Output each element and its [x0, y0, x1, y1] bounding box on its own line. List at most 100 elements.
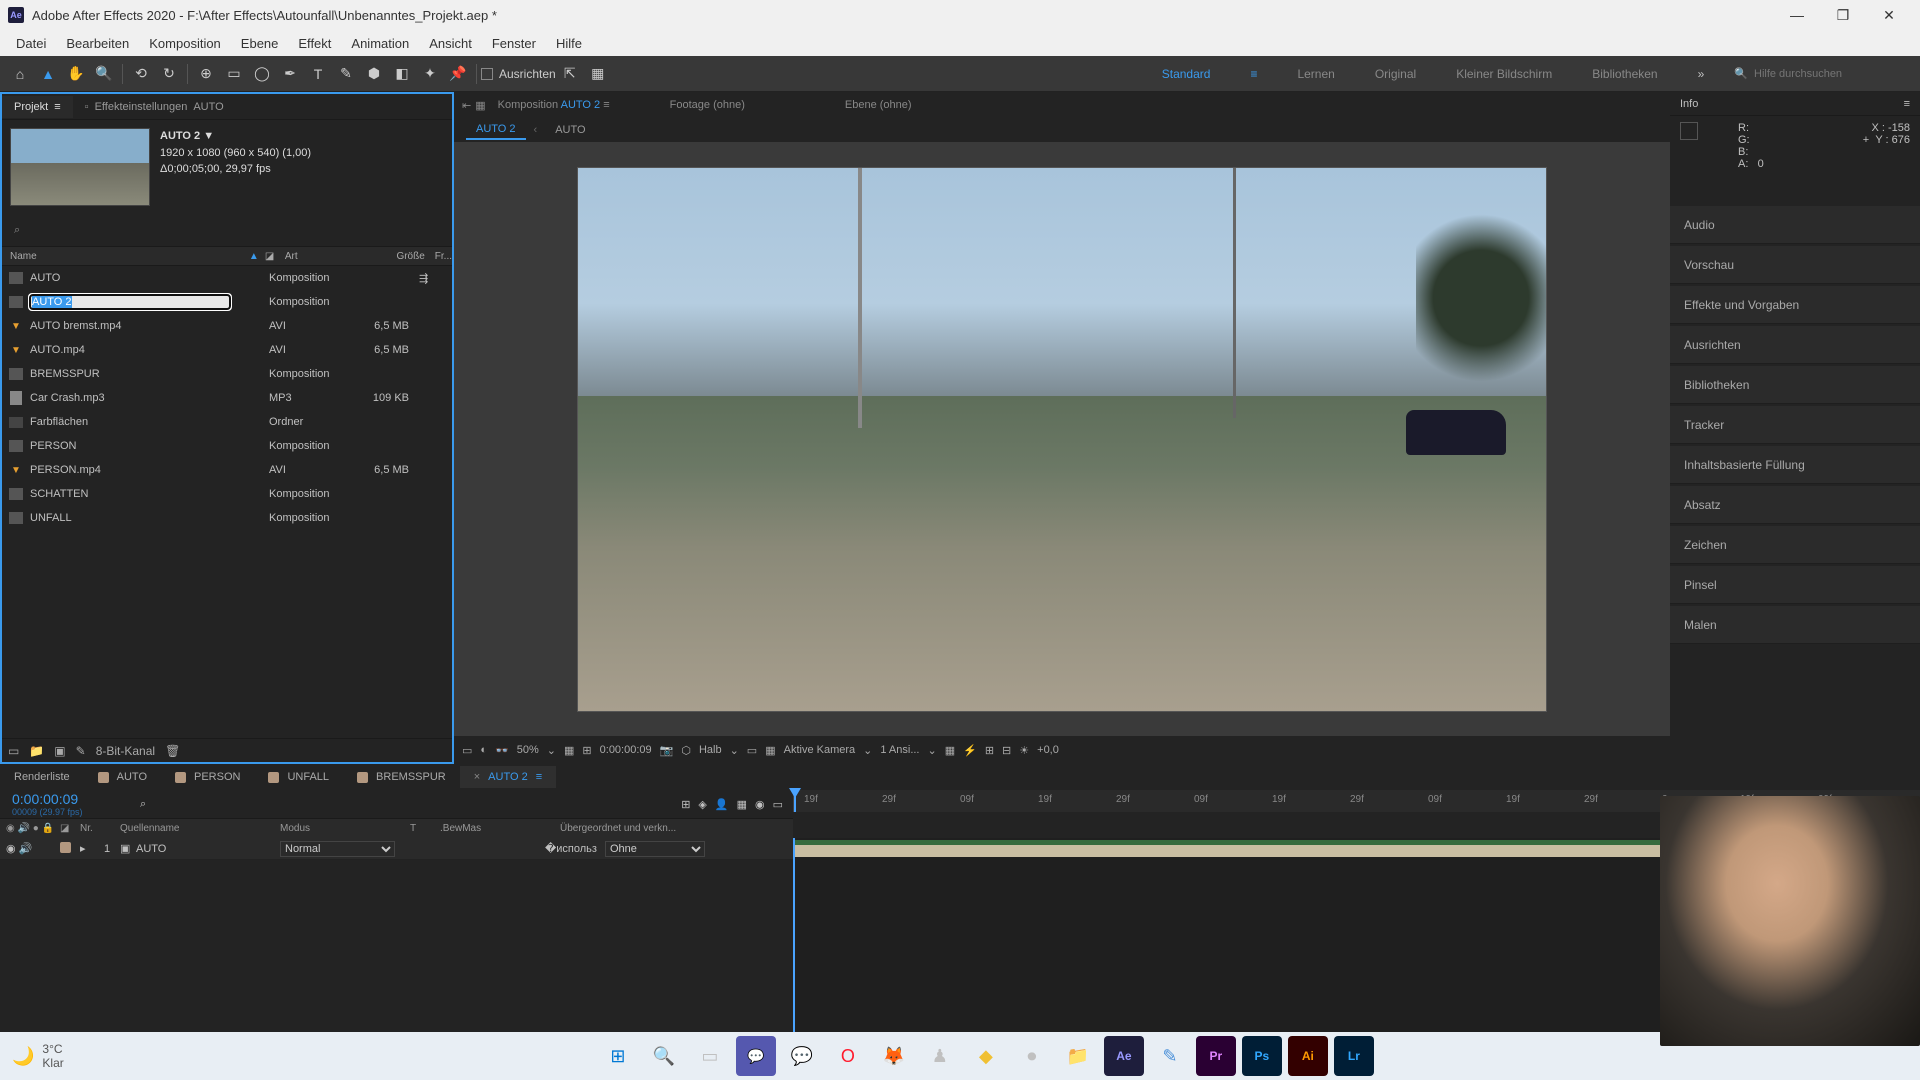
flow-icon[interactable]: ⇤ [462, 99, 471, 112]
subtab-auto2[interactable]: AUTO 2 [466, 120, 526, 140]
side-panel-item[interactable]: Pinsel [1670, 566, 1920, 604]
timeline-tab[interactable]: BREMSSPUR [343, 766, 460, 788]
panel-menu-icon[interactable]: ≡ [54, 101, 60, 113]
app-editor[interactable]: ✎ [1150, 1036, 1190, 1076]
menu-hilfe[interactable]: Hilfe [546, 32, 592, 55]
aftereffects-app[interactable]: Ae [1104, 1036, 1144, 1076]
text-tool[interactable]: T [306, 62, 330, 86]
maximize-button[interactable]: ❐ [1820, 0, 1866, 30]
views-dropdown[interactable]: 1 Ansi... [880, 744, 919, 756]
glasses-icon[interactable]: 👓 [495, 744, 509, 757]
frame-blend-button[interactable]: ▦ [737, 798, 747, 811]
ellipse-tool[interactable]: ◯ [250, 62, 274, 86]
project-row[interactable]: Car Crash.mp3 MP3 109 KB [2, 386, 452, 410]
orbit-tool[interactable]: ⟲ [129, 62, 153, 86]
photoshop-app[interactable]: Ps [1242, 1036, 1282, 1076]
workspace-standard[interactable]: Standard [1162, 67, 1211, 81]
menu-komposition[interactable]: Komposition [139, 32, 231, 55]
timeline-tab[interactable]: PERSON [161, 766, 254, 788]
side-panel-item[interactable]: Bibliotheken [1670, 366, 1920, 404]
current-time[interactable]: 0:00:00:09 [600, 744, 652, 756]
project-row[interactable]: ▼PERSON.mp4 AVI 6,5 MB [2, 458, 452, 482]
timeline-tab[interactable]: UNFALL [254, 766, 343, 788]
sort-icon[interactable]: ▲ [249, 251, 259, 262]
zoom-tool[interactable]: 🔍 [92, 62, 116, 86]
workspace-overflow-icon[interactable]: » [1698, 67, 1705, 81]
close-tab-icon[interactable]: ▫ [85, 101, 89, 113]
whatsapp-app[interactable]: 💬 [782, 1036, 822, 1076]
weather-widget[interactable]: 🌙 3°C Klar [12, 1042, 64, 1070]
project-row[interactable]: SCHATTEN Komposition [2, 482, 452, 506]
timeline-tab[interactable]: AUTO [84, 766, 161, 788]
timeline-timecode[interactable]: 0:00:00:09 00009 (29.97 fps) [0, 791, 130, 817]
draft3d-button[interactable]: ◈ [698, 798, 706, 811]
zoom-level[interactable]: 50% [517, 744, 539, 756]
tab-effekteinstellungen[interactable]: ▫ Effekteinstellungen AUTO [73, 96, 236, 118]
zoom-dropdown-icon[interactable]: ⌄ [547, 744, 556, 757]
interpret-footage-button[interactable]: ▭ [8, 744, 19, 758]
timeline-layer-row[interactable]: ◉ 🔊 ▸ 1 ▣ AUTO Normal �использ Ohne [0, 838, 793, 860]
stamp-tool[interactable]: ⬢ [362, 62, 386, 86]
puppet-tool[interactable]: 📌 [446, 62, 470, 86]
side-panel-item[interactable]: Vorschau [1670, 246, 1920, 284]
pixel-aspect-button[interactable]: ▦ [945, 744, 955, 757]
anchor-tool[interactable]: ⊕ [194, 62, 218, 86]
workspace-lernen[interactable]: Lernen [1297, 67, 1334, 81]
comp-mini-flowchart-button[interactable]: ⊞ [681, 798, 690, 811]
composition-thumbnail[interactable] [10, 128, 150, 206]
new-comp-button[interactable]: ▣ [54, 744, 65, 758]
obs-app[interactable]: ⏺ [1012, 1036, 1052, 1076]
hand-tool[interactable]: ✋ [64, 62, 88, 86]
tab-komposition[interactable]: Komposition AUTO 2 ≡ [490, 95, 618, 115]
timeline-tab[interactable]: Renderliste [0, 766, 84, 788]
roi-button[interactable]: ▭ [747, 744, 757, 757]
side-panel-item[interactable]: Audio [1670, 206, 1920, 244]
adjust-button[interactable]: ✎ [76, 744, 86, 758]
trash-button[interactable]: 🗑 [165, 744, 180, 758]
close-button[interactable]: ✕ [1866, 0, 1912, 30]
project-row[interactable]: BREMSSPUR Komposition [2, 362, 452, 386]
tab-ebene[interactable]: Ebene (ohne) [837, 95, 920, 115]
firefox-app[interactable]: 🦊 [874, 1036, 914, 1076]
snap2-tool[interactable]: ▦ [586, 62, 610, 86]
tab-footage[interactable]: Footage (ohne) [662, 95, 753, 115]
brush-tool[interactable]: ✎ [334, 62, 358, 86]
timeline-tab[interactable]: × AUTO 2 ≡ [460, 766, 556, 788]
project-row[interactable]: PERSON Komposition [2, 434, 452, 458]
exposure-value[interactable]: +0,0 [1037, 744, 1059, 756]
menu-ebene[interactable]: Ebene [231, 32, 289, 55]
composition-viewer[interactable] [454, 142, 1670, 736]
lightroom-app[interactable]: Lr [1334, 1036, 1374, 1076]
home-tool[interactable]: ⌂ [8, 62, 32, 86]
side-panel-item[interactable]: Absatz [1670, 486, 1920, 524]
menu-fenster[interactable]: Fenster [482, 32, 546, 55]
subtab-auto[interactable]: AUTO [545, 121, 595, 139]
playhead-line[interactable] [793, 838, 795, 1034]
mask-button[interactable]: ◐ [480, 744, 487, 756]
playhead[interactable] [794, 790, 796, 812]
snapshot-button[interactable]: 📷 [660, 744, 674, 757]
menu-bearbeiten[interactable]: Bearbeiten [56, 32, 139, 55]
side-panel-item[interactable]: Zeichen [1670, 526, 1920, 564]
teams-app[interactable]: 💬 [736, 1036, 776, 1076]
menu-effekt[interactable]: Effekt [288, 32, 341, 55]
opera-app[interactable]: O [828, 1036, 868, 1076]
roto-tool[interactable]: ✦ [418, 62, 442, 86]
label-column-icon[interactable]: ◪ [265, 251, 285, 262]
app-unknown2[interactable]: ◆ [966, 1036, 1006, 1076]
side-panel-item[interactable]: Ausrichten [1670, 326, 1920, 364]
side-panel-item[interactable]: Malen [1670, 606, 1920, 644]
resolution-dropdown[interactable]: Halb [699, 744, 722, 756]
guides-button[interactable]: ⊞ [582, 744, 591, 757]
align-checkbox[interactable] [481, 68, 493, 80]
project-row[interactable]: Farbflächen Ordner [2, 410, 452, 434]
side-panel-item[interactable]: Effekte und Vorgaben [1670, 286, 1920, 324]
rotate-tool[interactable]: ↻ [157, 62, 181, 86]
side-panel-item[interactable]: Inhaltsbasierte Füllung [1670, 446, 1920, 484]
always-preview-button[interactable]: ▭ [462, 744, 472, 757]
tab-projekt[interactable]: Projekt ≡ [2, 96, 73, 118]
project-row[interactable]: Komposition [2, 290, 452, 314]
workspace-bibliotheken[interactable]: Bibliotheken [1592, 67, 1657, 81]
pen-tool[interactable]: ✒ [278, 62, 302, 86]
new-folder-button[interactable]: 📁 [29, 744, 44, 758]
